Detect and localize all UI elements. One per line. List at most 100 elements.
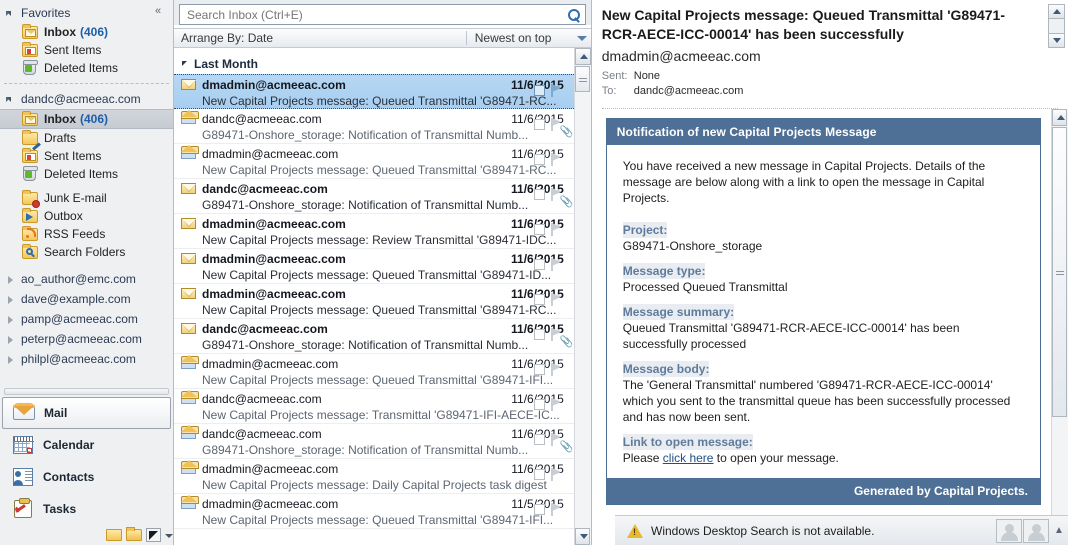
account-header-ao-author[interactable]: ao_author@emc.com xyxy=(0,269,173,289)
scrollbar-thumb[interactable] xyxy=(574,66,590,92)
search-icon[interactable] xyxy=(567,8,581,22)
category-icon[interactable] xyxy=(533,328,545,340)
category-icon[interactable] xyxy=(533,118,545,130)
sidebar-item-fav-sent[interactable]: Sent Items xyxy=(0,41,173,59)
sidebar-item-label: Inbox xyxy=(44,25,76,39)
sent-value: None xyxy=(633,70,661,82)
sidebar-item-deleted[interactable]: Deleted Items xyxy=(0,165,173,183)
group-header-last-month[interactable]: Last Month xyxy=(174,53,574,74)
sidebar-item-search-folders[interactable]: Search Folders xyxy=(0,243,173,261)
flag-icon[interactable] xyxy=(549,187,564,202)
message-list-item[interactable]: dmadmin@acmeeac.com11/6/2015New Capital … xyxy=(174,144,574,179)
scroll-up-button[interactable] xyxy=(574,48,591,65)
notes-folder-icon[interactable] xyxy=(106,529,122,541)
category-icon[interactable] xyxy=(533,468,545,480)
module-button-calendar[interactable]: Calendar xyxy=(2,429,171,461)
scroll-down-button[interactable] xyxy=(574,528,590,545)
module-button-mail[interactable]: Mail xyxy=(2,397,171,429)
search-input[interactable] xyxy=(185,6,567,23)
header-scroll-down-button[interactable] xyxy=(1048,33,1065,48)
message-list-item[interactable]: dmadmin@acmeeac.com11/6/2015New Capital … xyxy=(174,284,574,319)
message-list-item[interactable]: dmadmin@acmeeac.com11/6/2015New Capital … xyxy=(174,74,574,109)
header-scroll-track[interactable] xyxy=(1048,19,1065,33)
module-button-contacts[interactable]: Contacts xyxy=(2,461,171,493)
notification-card: Notification of new Capital Projects Mes… xyxy=(605,118,1041,505)
chevron-left-icon[interactable]: « xyxy=(151,4,165,18)
message-list-item[interactable]: dandc@acmeeac.com11/6/2015New Capital Pr… xyxy=(174,389,574,424)
folder-list-icon[interactable] xyxy=(126,527,142,541)
sidebar-item-fav-inbox[interactable]: Inbox (406) xyxy=(0,23,173,41)
sidebar-item-outbox[interactable]: Outbox xyxy=(0,207,173,225)
header-scroll-up-button[interactable] xyxy=(1048,4,1065,19)
category-icon[interactable] xyxy=(533,188,545,200)
message-list-pane: Arrange By: Date Newest on top Last Mont… xyxy=(174,0,592,545)
message-list-scrollbar[interactable] xyxy=(573,48,591,545)
message-list-item[interactable]: dandc@acmeeac.com11/6/2015G89471-Onshore… xyxy=(174,179,574,214)
chevron-up-icon[interactable]: ▲ xyxy=(1050,525,1068,536)
category-icon[interactable] xyxy=(533,293,545,305)
flag-icon[interactable] xyxy=(549,222,564,237)
account-header-dandc[interactable]: dandc@acmeeac.com xyxy=(0,89,173,109)
account-header-dave[interactable]: dave@example.com xyxy=(0,289,173,309)
sidebar-item-inbox[interactable]: Inbox (406) xyxy=(0,109,173,129)
click-here-link[interactable]: click here xyxy=(663,451,714,465)
message-list-item[interactable]: dandc@acmeeac.com11/6/2015G89471-Onshore… xyxy=(174,319,574,354)
module-button-tasks[interactable]: Tasks xyxy=(2,493,171,525)
flag-icon[interactable] xyxy=(549,117,564,132)
account-header-peterp[interactable]: peterp@acmeeac.com xyxy=(0,329,173,349)
flag-icon[interactable] xyxy=(549,292,564,307)
header-scroll-buttons[interactable] xyxy=(1048,4,1065,50)
shortcuts-icon[interactable] xyxy=(146,528,161,542)
category-icon[interactable] xyxy=(533,503,545,515)
flag-icon[interactable] xyxy=(549,362,564,377)
nav-splitter[interactable] xyxy=(4,388,169,395)
message-list-item[interactable]: dmadmin@acmeeac.com11/5/2015New Capital … xyxy=(174,494,574,529)
message-list-scroll-area: Last Month dmadmin@acmeeac.com11/6/2015N… xyxy=(174,48,591,545)
category-icon[interactable] xyxy=(533,84,545,96)
message-list-item[interactable]: dandc@acmeeac.com11/6/2015G89471-Onshore… xyxy=(174,424,574,459)
message-list-item[interactable]: dmadmin@acmeeac.com11/6/2015New Capital … xyxy=(174,459,574,494)
account-header-pamp[interactable]: pamp@acmeeac.com xyxy=(0,309,173,329)
meta-row-to: To: dandc@acmeeac.com xyxy=(602,84,1038,99)
sort-order-label[interactable]: Newest on top xyxy=(467,31,575,45)
flag-icon[interactable] xyxy=(549,257,564,272)
flag-icon[interactable] xyxy=(549,432,564,447)
flag-icon[interactable] xyxy=(549,467,564,482)
sidebar-item-fav-deleted[interactable]: Deleted Items xyxy=(0,59,173,77)
sidebar-item-label: Inbox xyxy=(44,112,76,126)
account-header-philpl[interactable]: philpl@acmeeac.com xyxy=(0,349,173,369)
sidebar-item-label: Outbox xyxy=(44,209,83,223)
scrollbar-thumb[interactable] xyxy=(1052,127,1067,417)
reading-pane-scrollbar[interactable] xyxy=(1051,109,1068,545)
flag-icon[interactable] xyxy=(549,397,564,412)
arrange-by-label[interactable]: Arrange By: Date xyxy=(174,31,466,45)
flag-icon[interactable] xyxy=(549,502,564,517)
search-box[interactable] xyxy=(179,4,586,25)
category-icon[interactable] xyxy=(533,363,545,375)
folder-inbox-icon xyxy=(22,23,39,40)
category-icon[interactable] xyxy=(533,398,545,410)
message-list-item[interactable]: dmadmin@acmeeac.com11/6/2015New Capital … xyxy=(174,354,574,389)
configure-buttons-caret-icon[interactable] xyxy=(165,529,173,541)
message-list-item[interactable]: dmadmin@acmeeac.com11/6/2015New Capital … xyxy=(174,214,574,249)
message-list-item[interactable]: dandc@acmeeac.com11/6/2015G89471-Onshore… xyxy=(174,109,574,144)
outlook-window: Favorites « Inbox (406) Sent Items Delet… xyxy=(0,0,1068,545)
person-icon[interactable] xyxy=(1023,518,1049,543)
flag-icon[interactable] xyxy=(549,327,564,342)
favorites-header[interactable]: Favorites « xyxy=(0,2,173,23)
message-sender: dandc@acmeeac.com xyxy=(202,322,328,336)
sidebar-item-junk[interactable]: Junk E-mail xyxy=(0,189,173,208)
flag-icon[interactable] xyxy=(549,83,564,98)
category-icon[interactable] xyxy=(533,223,545,235)
sidebar-item-rss[interactable]: RSS Feeds xyxy=(0,225,173,243)
category-icon[interactable] xyxy=(533,258,545,270)
flag-icon[interactable] xyxy=(549,152,564,167)
scroll-up-button[interactable] xyxy=(1052,109,1067,126)
category-icon[interactable] xyxy=(533,153,545,165)
message-list-item[interactable]: dmadmin@acmeeac.com11/6/2015New Capital … xyxy=(174,249,574,284)
person-icon[interactable] xyxy=(996,518,1022,543)
sidebar-item-sent[interactable]: Sent Items xyxy=(0,147,173,165)
category-icon[interactable] xyxy=(533,433,545,445)
sidebar-item-drafts[interactable]: Drafts xyxy=(0,129,173,151)
message-sender: dmadmin@acmeeac.com xyxy=(202,217,346,231)
